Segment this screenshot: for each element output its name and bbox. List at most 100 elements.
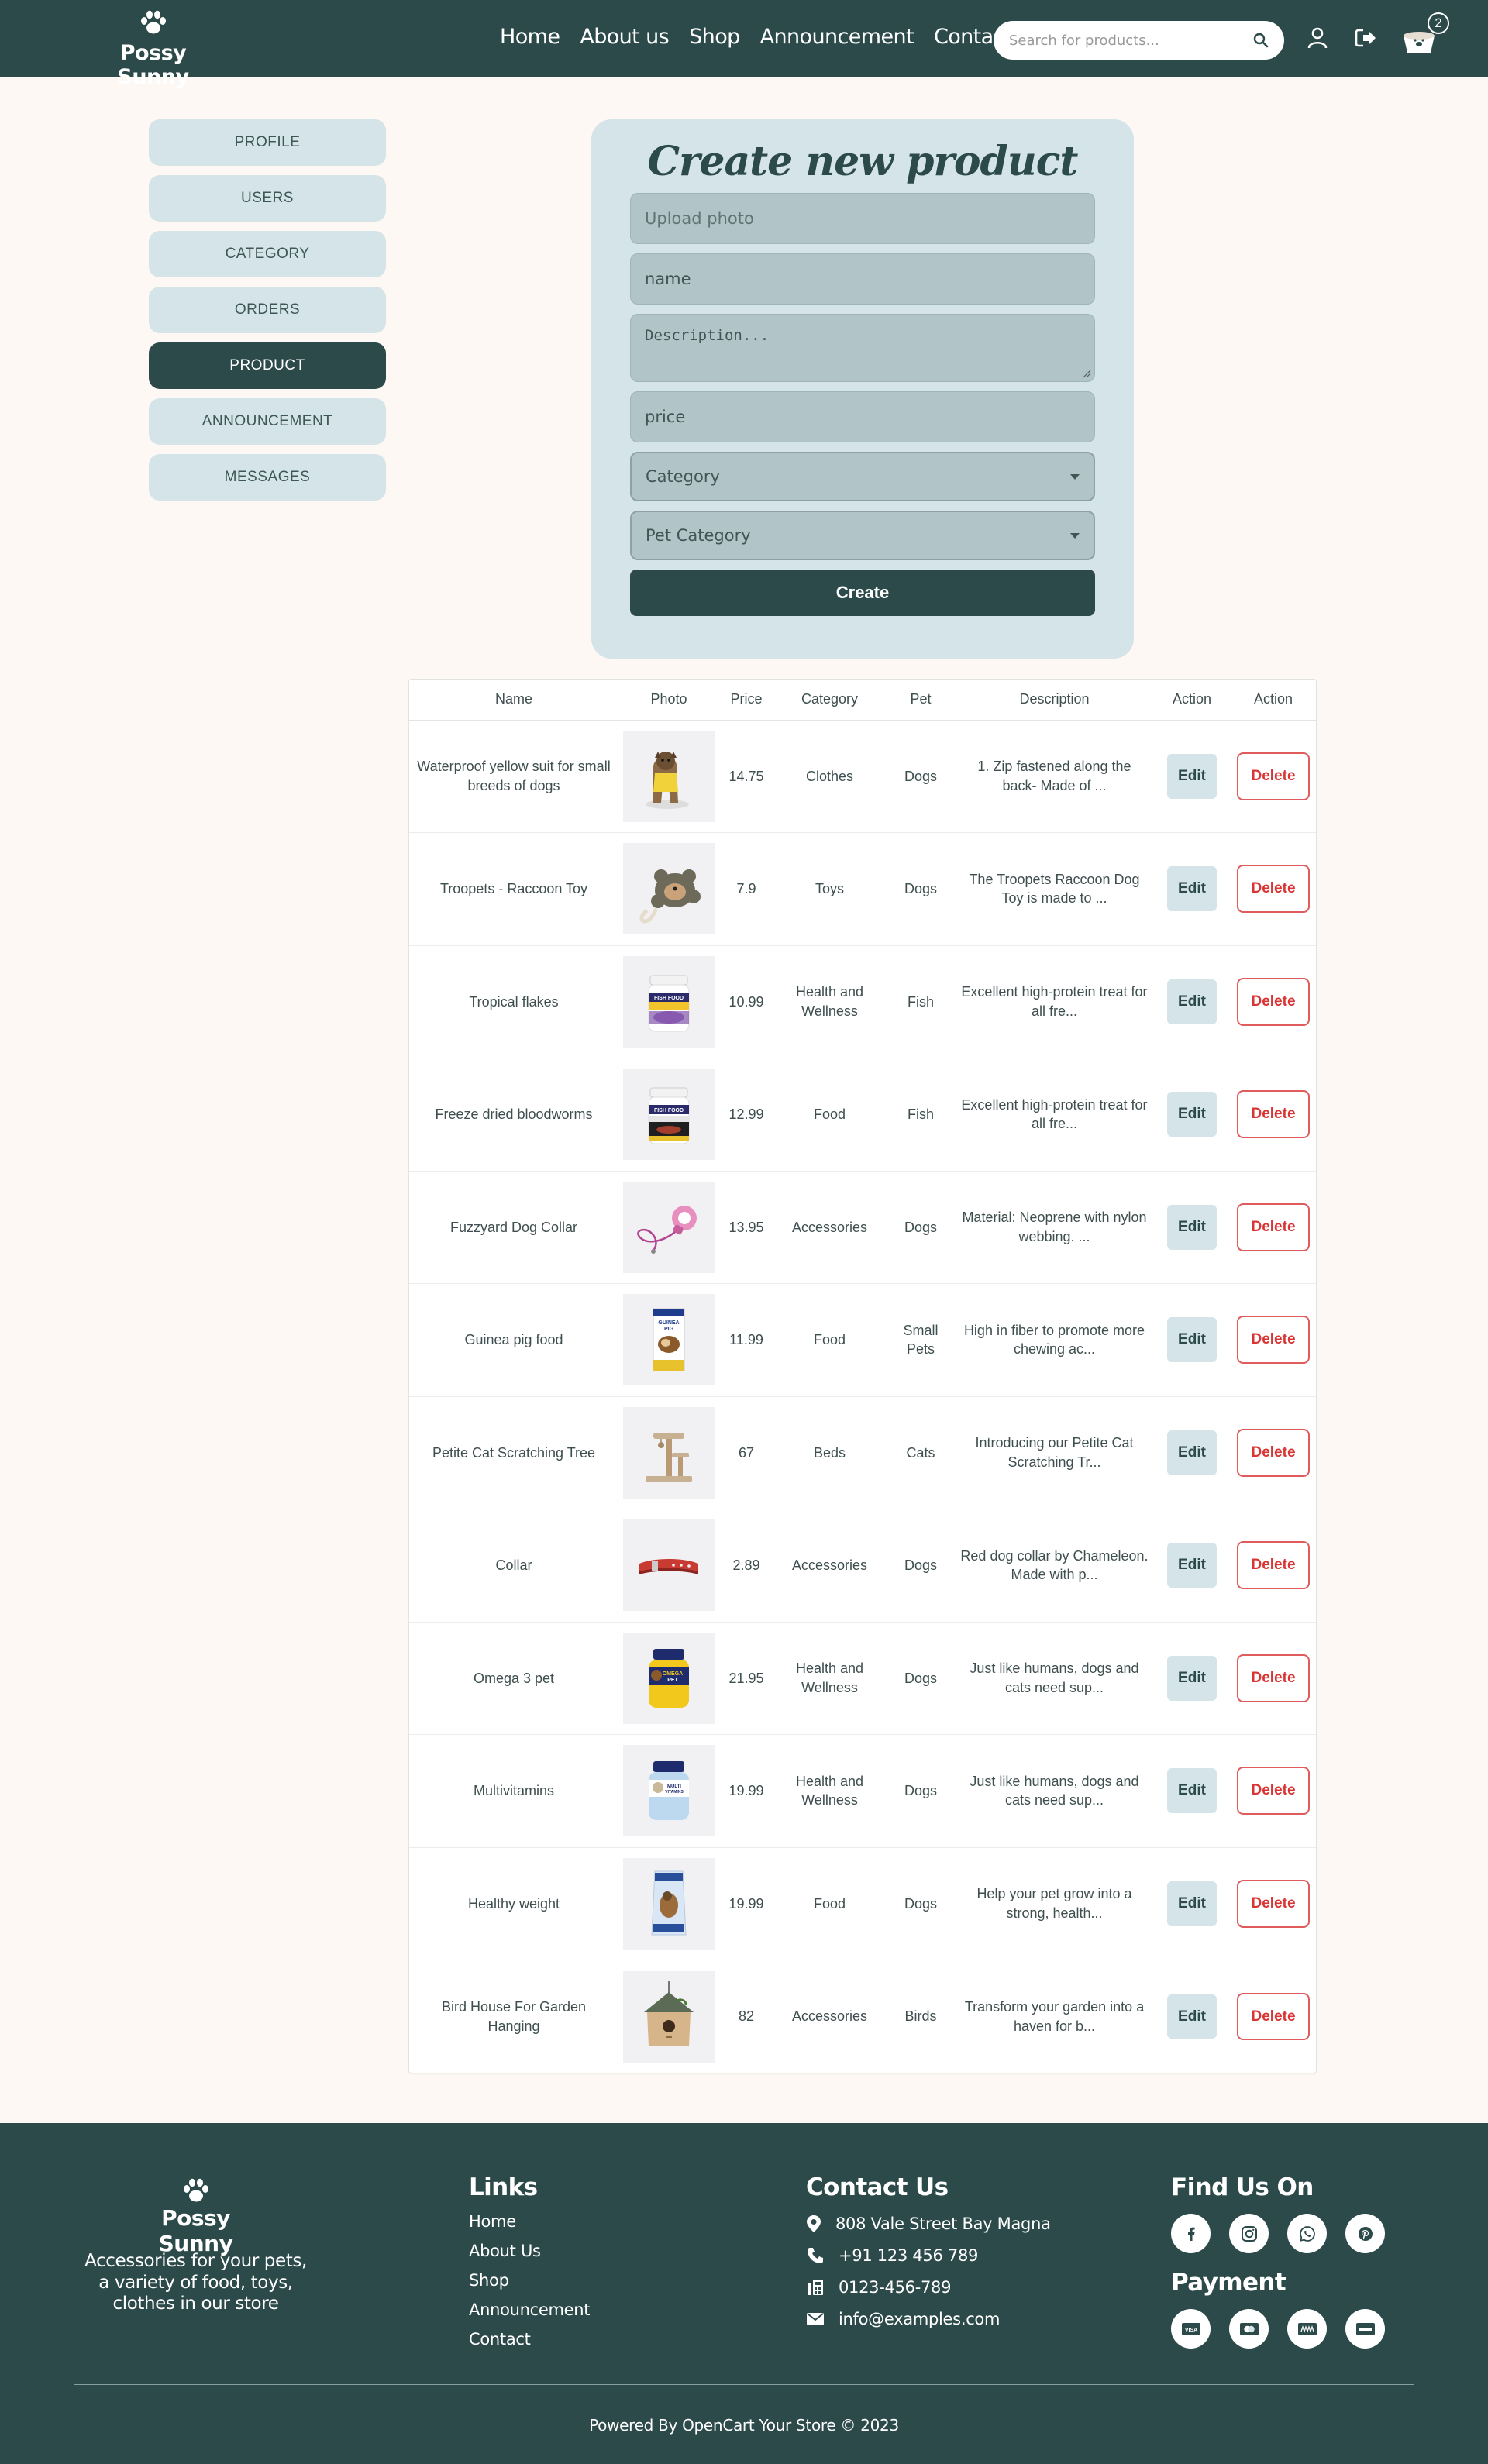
pinterest-icon[interactable] xyxy=(1345,2214,1385,2253)
footer-email[interactable]: info@examples.com xyxy=(839,2310,1000,2328)
delete-button[interactable]: Delete xyxy=(1237,1090,1310,1139)
paw-icon xyxy=(183,2178,208,2202)
nav-about[interactable]: About us xyxy=(580,25,669,49)
whatsapp-icon[interactable] xyxy=(1287,2214,1327,2253)
svg-text:FISH FOOD: FISH FOOD xyxy=(654,996,684,1001)
edit-button[interactable]: Edit xyxy=(1167,1543,1217,1588)
col-header-description: Description xyxy=(956,680,1153,721)
sidebar-item-product[interactable]: PRODUCT xyxy=(149,342,386,389)
brand-logo[interactable]: Possy Sunny xyxy=(89,9,217,89)
upload-photo-field[interactable]: Upload photo xyxy=(630,193,1095,244)
edit-button[interactable]: Edit xyxy=(1167,1881,1217,1926)
create-button[interactable]: Create xyxy=(630,570,1095,616)
edit-cell: Edit xyxy=(1153,1960,1231,2073)
col-header-price: Price xyxy=(719,680,773,721)
product-category: Food xyxy=(773,1847,886,1960)
footer-link-announcement[interactable]: Announcement xyxy=(469,2301,591,2319)
footer-link-contact[interactable]: Contact xyxy=(469,2330,590,2349)
chevron-down-icon xyxy=(1070,532,1080,539)
instagram-icon[interactable] xyxy=(1229,2214,1269,2253)
search-input[interactable] xyxy=(1009,32,1253,49)
delete-button[interactable]: Delete xyxy=(1237,1541,1310,1590)
svg-text:FISH FOOD: FISH FOOD xyxy=(654,1108,684,1113)
delete-cell: Delete xyxy=(1231,1622,1316,1735)
product-price: 19.99 xyxy=(719,1734,773,1848)
svg-text:VITAMINS: VITAMINS xyxy=(665,1790,684,1795)
category-select[interactable]: Category xyxy=(630,452,1095,501)
edit-button[interactable]: Edit xyxy=(1167,866,1217,912)
delete-button[interactable]: Delete xyxy=(1237,1879,1310,1928)
delete-button[interactable]: Delete xyxy=(1237,865,1310,914)
search-icon[interactable] xyxy=(1253,33,1269,48)
edit-button[interactable]: Edit xyxy=(1167,1430,1217,1475)
delete-button[interactable]: Delete xyxy=(1237,752,1310,800)
edit-cell: Edit xyxy=(1153,1171,1231,1284)
sidebar-item-users[interactable]: USERS xyxy=(149,175,386,222)
product-pet: Dogs xyxy=(886,1734,956,1848)
footer-address: 808 Vale Street Bay Magna xyxy=(835,2215,1051,2233)
product-photo-cell xyxy=(618,720,719,833)
table-row: Troopets - Raccoon Toy 7.9 Toys Dogs The Tro… xyxy=(409,832,1316,946)
delete-button[interactable]: Delete xyxy=(1237,1203,1310,1251)
logout-icon[interactable] xyxy=(1352,25,1379,51)
product-price: 12.99 xyxy=(719,1058,773,1172)
sidebar-item-category[interactable]: CATEGORY xyxy=(149,231,386,277)
delete-button[interactable]: Delete xyxy=(1237,1654,1310,1702)
edit-button[interactable]: Edit xyxy=(1167,1655,1217,1701)
sidebar-item-orders[interactable]: ORDERS xyxy=(149,287,386,333)
resize-handle-icon[interactable] xyxy=(1082,369,1091,378)
nav-home[interactable]: Home xyxy=(500,25,560,49)
product-pet: Dogs xyxy=(886,1622,956,1735)
nav-announcement[interactable]: Announcement xyxy=(760,25,914,49)
price-field[interactable]: price xyxy=(630,391,1095,442)
cart-count-badge: 2 xyxy=(1428,12,1449,34)
table-row: Freeze dried bloodworms FISH FOOD 12.99 Foo… xyxy=(409,1058,1316,1172)
edit-button[interactable]: Edit xyxy=(1167,1994,1217,2039)
edit-cell: Edit xyxy=(1153,1283,1231,1397)
edit-button[interactable]: Edit xyxy=(1167,753,1217,799)
name-field[interactable]: name xyxy=(630,253,1095,305)
sidebar-item-profile[interactable]: PROFILE xyxy=(149,119,386,166)
pet-category-select[interactable]: Pet Category xyxy=(630,511,1095,560)
product-category: Accessories xyxy=(773,1509,886,1623)
delete-cell: Delete xyxy=(1231,832,1316,946)
product-category: Food xyxy=(773,1058,886,1172)
product-photo: MULTI VITAMINS xyxy=(623,1745,715,1837)
delete-button[interactable]: Delete xyxy=(1237,1428,1310,1477)
delete-button[interactable]: Delete xyxy=(1237,1316,1310,1364)
social-links xyxy=(1171,2214,1385,2253)
product-price: 21.95 xyxy=(719,1622,773,1735)
nav-shop[interactable]: Shop xyxy=(689,25,740,49)
envelope-icon xyxy=(807,2313,824,2325)
delete-button[interactable]: Delete xyxy=(1237,977,1310,1026)
product-photo: FISH FOOD xyxy=(623,955,715,1048)
edit-button[interactable]: Edit xyxy=(1167,979,1217,1024)
product-category: Clothes xyxy=(773,720,886,833)
delete-button[interactable]: Delete xyxy=(1237,1767,1310,1815)
footer-link-shop[interactable]: Shop xyxy=(469,2271,590,2290)
product-photo xyxy=(623,843,715,935)
edit-button[interactable]: Edit xyxy=(1167,1092,1217,1137)
footer-brand-name: Possy Sunny xyxy=(158,2205,233,2256)
footer-logo[interactable]: Possy Sunny xyxy=(132,2177,260,2256)
description-field[interactable]: Description... xyxy=(630,314,1095,382)
product-category: Accessories xyxy=(791,2008,868,2025)
edit-button[interactable]: Edit xyxy=(1167,1317,1217,1363)
edit-cell: Edit xyxy=(1153,1734,1231,1848)
product-name: Healthy weight xyxy=(409,1847,618,1960)
table-row: Collar 2.89 Accessories Dogs Red dog collar … xyxy=(409,1509,1316,1623)
delete-button[interactable]: Delete xyxy=(1237,1992,1310,2041)
edit-button[interactable]: Edit xyxy=(1167,1768,1217,1814)
facebook-icon[interactable] xyxy=(1171,2214,1211,2253)
product-price: 7.9 xyxy=(719,832,773,946)
edit-button[interactable]: Edit xyxy=(1167,1204,1217,1250)
footer-link-about[interactable]: About Us xyxy=(469,2242,590,2260)
sidebar-item-messages[interactable]: MESSAGES xyxy=(149,454,386,501)
product-description: Material: Neoprene with nylon webbing. .… xyxy=(956,1171,1153,1284)
footer-link-home[interactable]: Home xyxy=(469,2212,590,2231)
user-icon[interactable] xyxy=(1304,25,1331,51)
delete-cell: Delete xyxy=(1231,720,1316,833)
sidebar-item-announcement[interactable]: ANNOUNCEMENT xyxy=(149,398,386,445)
paw-icon xyxy=(140,10,166,34)
product-photo-cell xyxy=(618,832,719,946)
